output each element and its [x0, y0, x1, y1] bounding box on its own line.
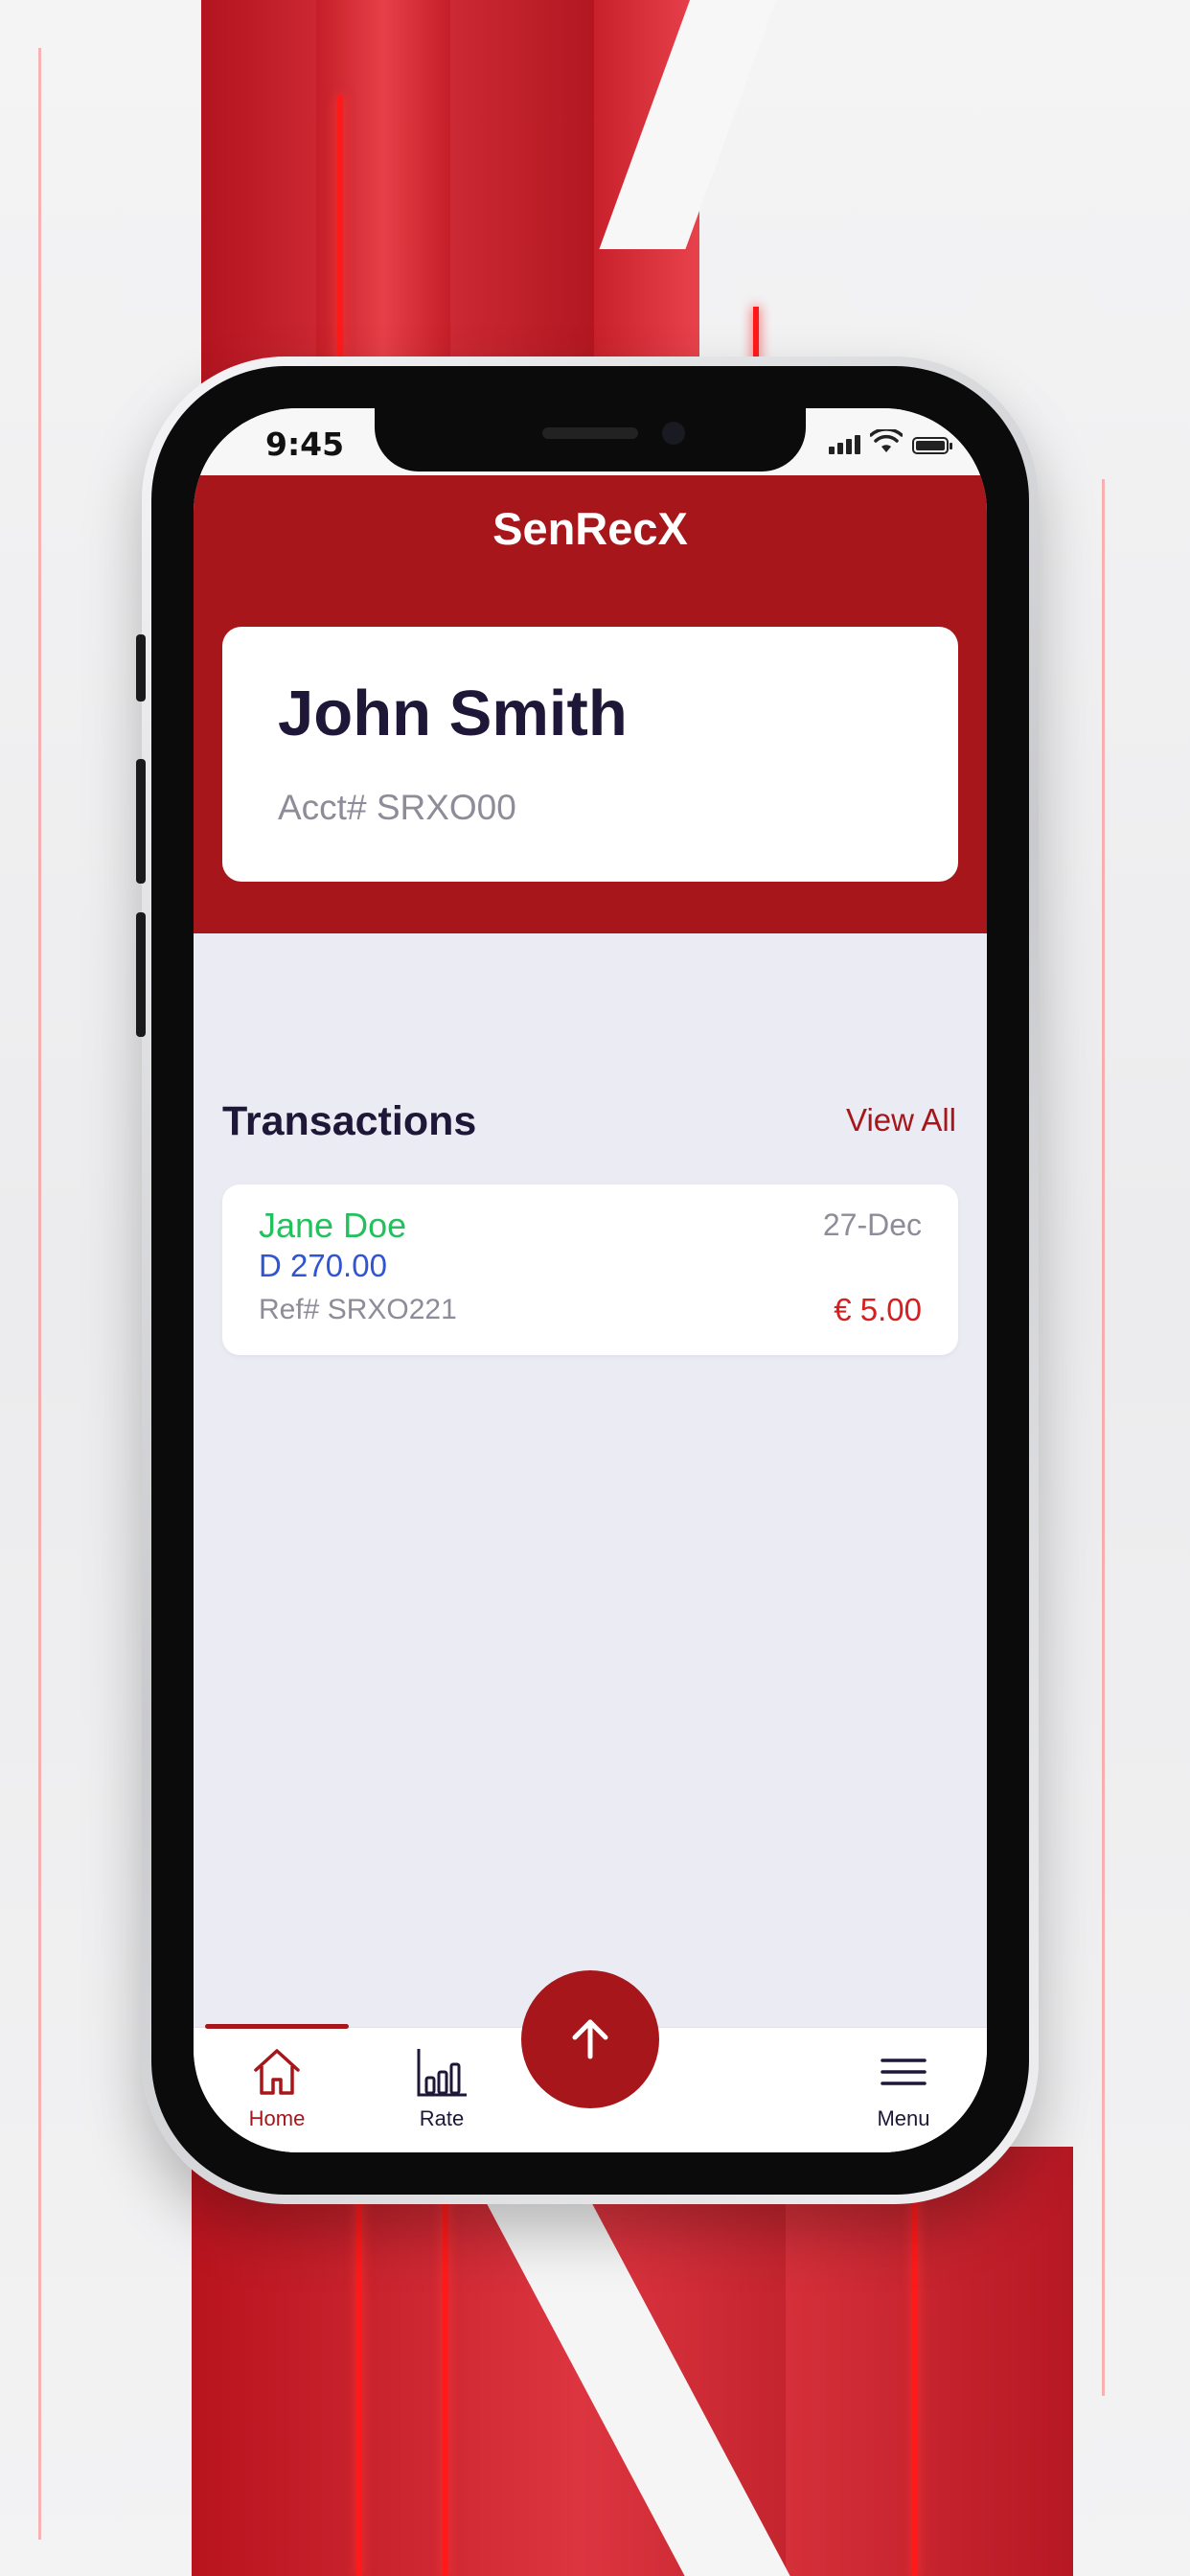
cellular-signal-icon	[829, 435, 860, 454]
account-number: Acct# SRXO00	[278, 788, 516, 827]
mute-switch	[136, 634, 146, 702]
wifi-icon	[870, 429, 903, 452]
background-glow-line	[356, 2175, 362, 2576]
transaction-date: 27-Dec	[822, 1208, 922, 1242]
background-line	[38, 48, 41, 2540]
transactions-heading: Transactions	[222, 1098, 477, 1144]
battery-icon	[912, 437, 952, 454]
volume-up-button	[136, 759, 146, 884]
tab-home[interactable]: Home	[205, 2045, 349, 2131]
arrow-up-icon	[572, 2019, 608, 2059]
bar-chart-icon	[417, 2049, 467, 2097]
app-header: SenRecX John Smith Acct# SRXO00	[194, 475, 987, 933]
background-glow-line	[443, 2175, 448, 2576]
active-tab-indicator	[205, 2024, 349, 2029]
transaction-recipient: Jane Doe	[259, 1206, 407, 1245]
camera-notch	[375, 408, 806, 472]
background-stripe	[786, 2147, 1073, 2576]
phone-frame: 9:45 SenRecX John Smith Acct# SRXO00 Tra…	[136, 356, 1039, 2204]
transaction-fee: € 5.00	[834, 1292, 922, 1327]
transaction-amount: D 270.00	[259, 1248, 387, 1283]
tab-home-label: Home	[248, 2106, 306, 2130]
home-icon	[254, 2049, 300, 2095]
send-money-button[interactable]	[521, 1970, 659, 2108]
status-icons	[829, 429, 952, 454]
account-holder-name: John Smith	[278, 678, 628, 749]
tab-rate-label: Rate	[419, 2106, 465, 2130]
status-time: 9:45	[265, 426, 345, 463]
account-card: John Smith Acct# SRXO00	[222, 627, 958, 882]
background-line	[1102, 479, 1105, 2396]
view-all-link[interactable]: View All	[846, 1102, 956, 1138]
phone-bezel: 9:45 SenRecX John Smith Acct# SRXO00 Tra…	[151, 366, 1029, 2195]
hamburger-menu-icon	[881, 2058, 927, 2085]
transaction-reference: Ref# SRXO221	[259, 1294, 457, 1325]
tab-rate[interactable]: Rate	[370, 2045, 514, 2131]
speaker-grille	[542, 427, 638, 439]
front-camera	[662, 422, 685, 445]
background-glow-line	[912, 2175, 918, 2576]
tab-menu[interactable]: Menu	[832, 2045, 975, 2131]
app-screen: 9:45 SenRecX John Smith Acct# SRXO00 Tra…	[194, 408, 987, 2152]
app-title: SenRecX	[492, 503, 688, 554]
transaction-card[interactable]: Jane Doe 27-Dec D 270.00 Ref# SRXO221 € …	[222, 1184, 958, 1355]
volume-down-button	[136, 912, 146, 1037]
tab-menu-label: Menu	[877, 2106, 930, 2130]
